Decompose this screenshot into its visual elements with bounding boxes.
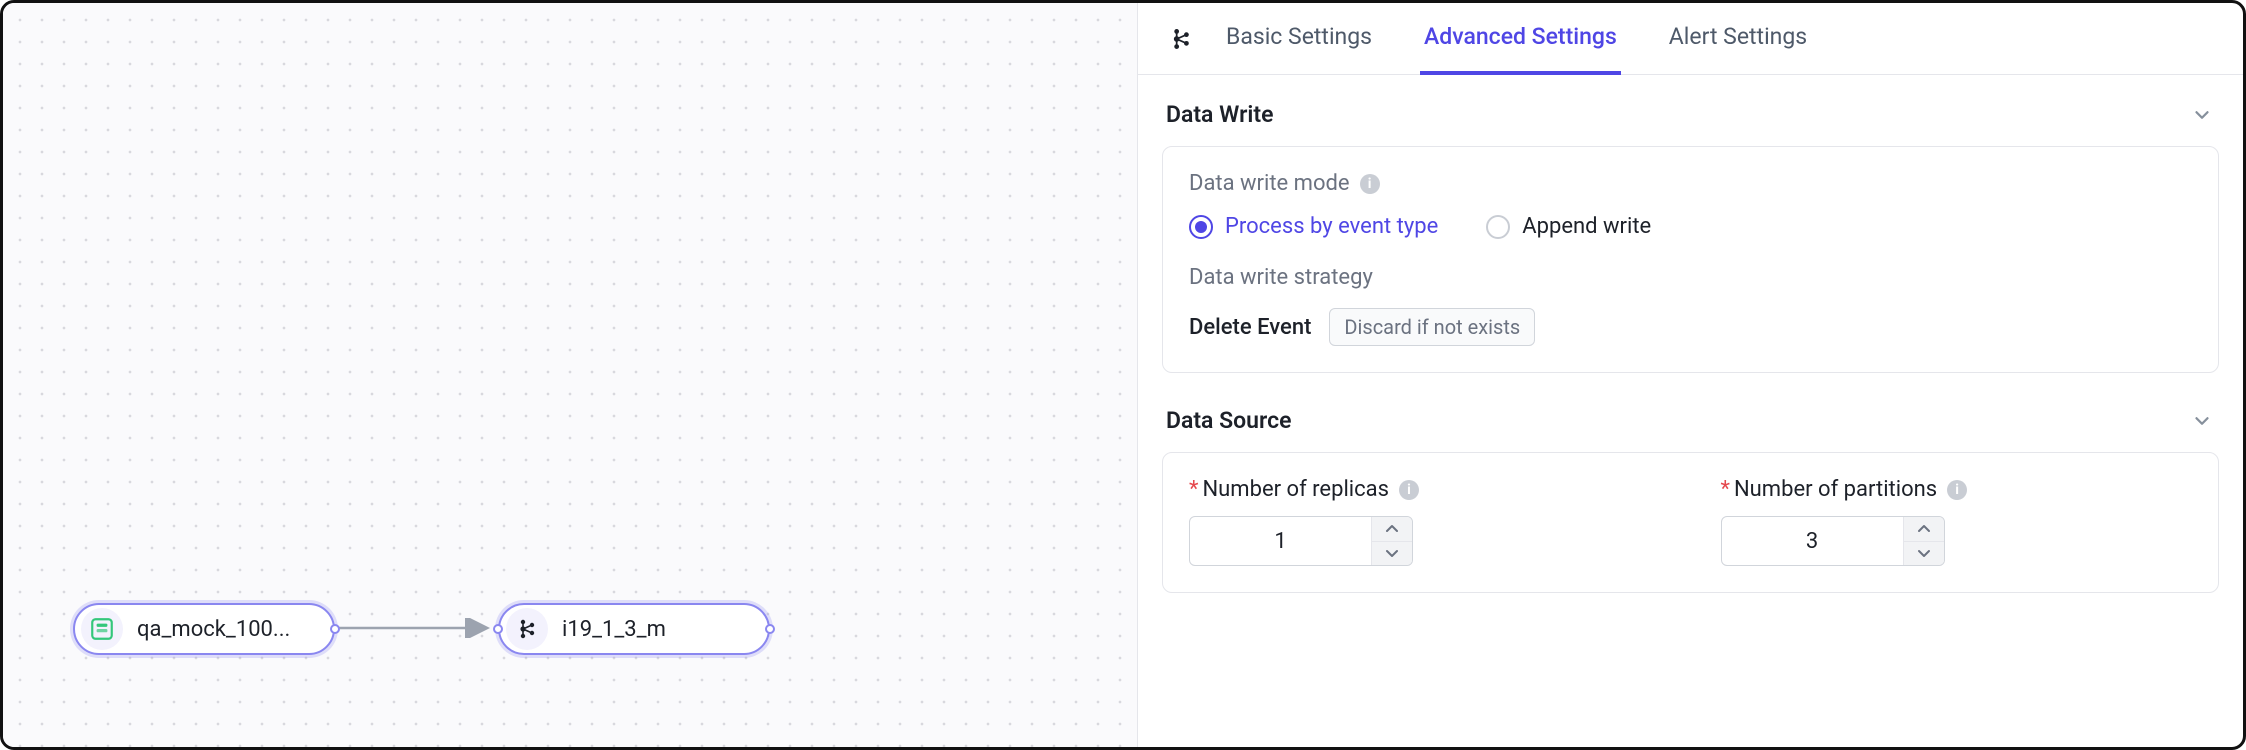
radio-label: Append write: [1522, 214, 1651, 239]
kafka-icon: [1166, 24, 1196, 54]
label-number-of-partitions: *Number of partitions i: [1721, 477, 2193, 502]
tab-advanced-settings[interactable]: Advanced Settings: [1420, 3, 1621, 75]
chevron-down-icon: [2191, 104, 2213, 126]
radio-label: Process by event type: [1225, 214, 1438, 239]
chevron-down-icon: [2191, 410, 2213, 432]
tab-basic-settings[interactable]: Basic Settings: [1222, 3, 1376, 75]
section-title-data-write: Data Write: [1166, 101, 1273, 128]
strategy-name: Delete Event: [1189, 315, 1311, 340]
node-target[interactable]: i19_1_3_m: [498, 603, 770, 655]
flow-canvas[interactable]: qa_mock_100... i19_1_3_m: [3, 3, 1138, 747]
info-icon[interactable]: i: [1947, 480, 1967, 500]
info-icon[interactable]: i: [1360, 174, 1380, 194]
label-number-of-replicas: *Number of replicas i: [1189, 477, 1661, 502]
input-number-of-partitions[interactable]: 3: [1721, 516, 1945, 566]
radio-process-by-event-type[interactable]: Process by event type: [1189, 214, 1438, 239]
node-source-label: qa_mock_100...: [137, 617, 308, 642]
section-toggle-data-source[interactable]: Data Source: [1162, 401, 2219, 452]
tab-alert-settings[interactable]: Alert Settings: [1665, 3, 1811, 75]
card-data-write: Data write mode i Process by event type …: [1162, 146, 2219, 373]
node-target-output-port[interactable]: [765, 624, 775, 634]
stepper-up[interactable]: [1904, 517, 1944, 542]
kafka-icon: [506, 608, 548, 650]
stepper-up[interactable]: [1372, 517, 1412, 542]
info-icon[interactable]: i: [1399, 480, 1419, 500]
settings-panel: Basic Settings Advanced Settings Alert S…: [1138, 3, 2243, 747]
label-data-write-mode: Data write mode i: [1189, 171, 2192, 196]
radio-append-write[interactable]: Append write: [1486, 214, 1651, 239]
stepper-down[interactable]: [1904, 542, 1944, 566]
settings-tabs: Basic Settings Advanced Settings Alert S…: [1138, 3, 2243, 75]
edge-source-to-target: [333, 618, 498, 638]
section-toggle-data-write[interactable]: Data Write: [1162, 95, 2219, 146]
node-target-label: i19_1_3_m: [562, 617, 684, 642]
source-db-icon: [81, 608, 123, 650]
input-value[interactable]: 3: [1722, 517, 1904, 565]
card-data-source: *Number of replicas i 1: [1162, 452, 2219, 593]
node-source-output-port[interactable]: [330, 624, 340, 634]
radio-dot-icon: [1486, 215, 1510, 239]
stepper-down[interactable]: [1372, 542, 1412, 566]
node-source[interactable]: qa_mock_100...: [73, 603, 335, 655]
section-title-data-source: Data Source: [1166, 407, 1291, 434]
input-number-of-replicas[interactable]: 1: [1189, 516, 1413, 566]
input-value[interactable]: 1: [1190, 517, 1372, 565]
label-data-write-strategy: Data write strategy: [1189, 265, 2192, 290]
node-target-input-port[interactable]: [493, 624, 503, 634]
strategy-tag[interactable]: Discard if not exists: [1329, 308, 1535, 346]
radio-dot-icon: [1189, 215, 1213, 239]
